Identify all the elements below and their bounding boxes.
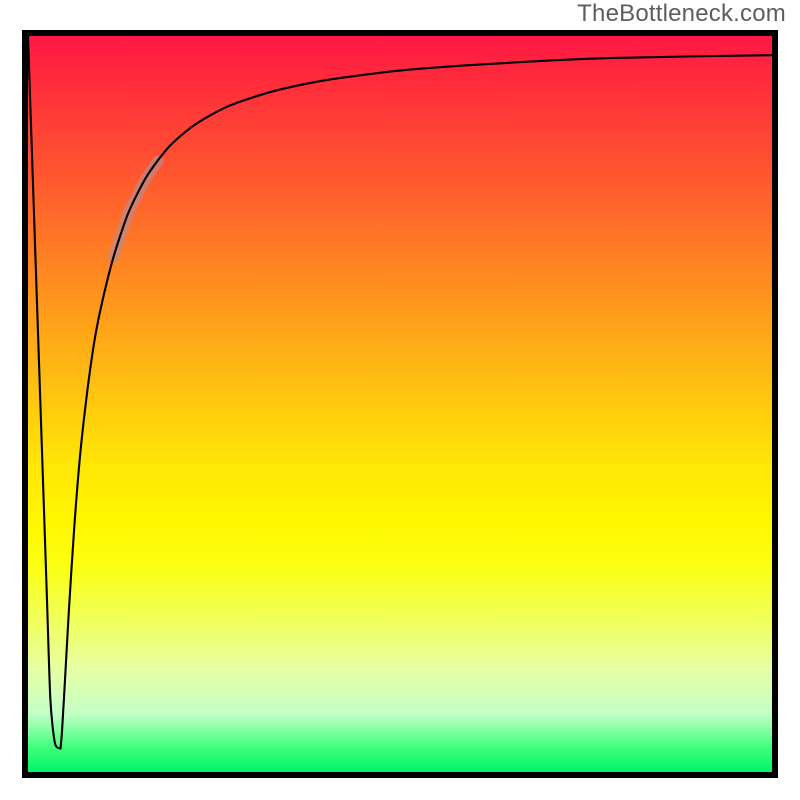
- chart-svg: [28, 36, 772, 772]
- plot-area: [22, 30, 778, 778]
- bottleneck-curve: [28, 36, 772, 749]
- chart-container: TheBottleneck.com: [0, 0, 800, 800]
- curve-highlight-segment: [114, 161, 159, 257]
- watermark-text: TheBottleneck.com: [577, 0, 786, 28]
